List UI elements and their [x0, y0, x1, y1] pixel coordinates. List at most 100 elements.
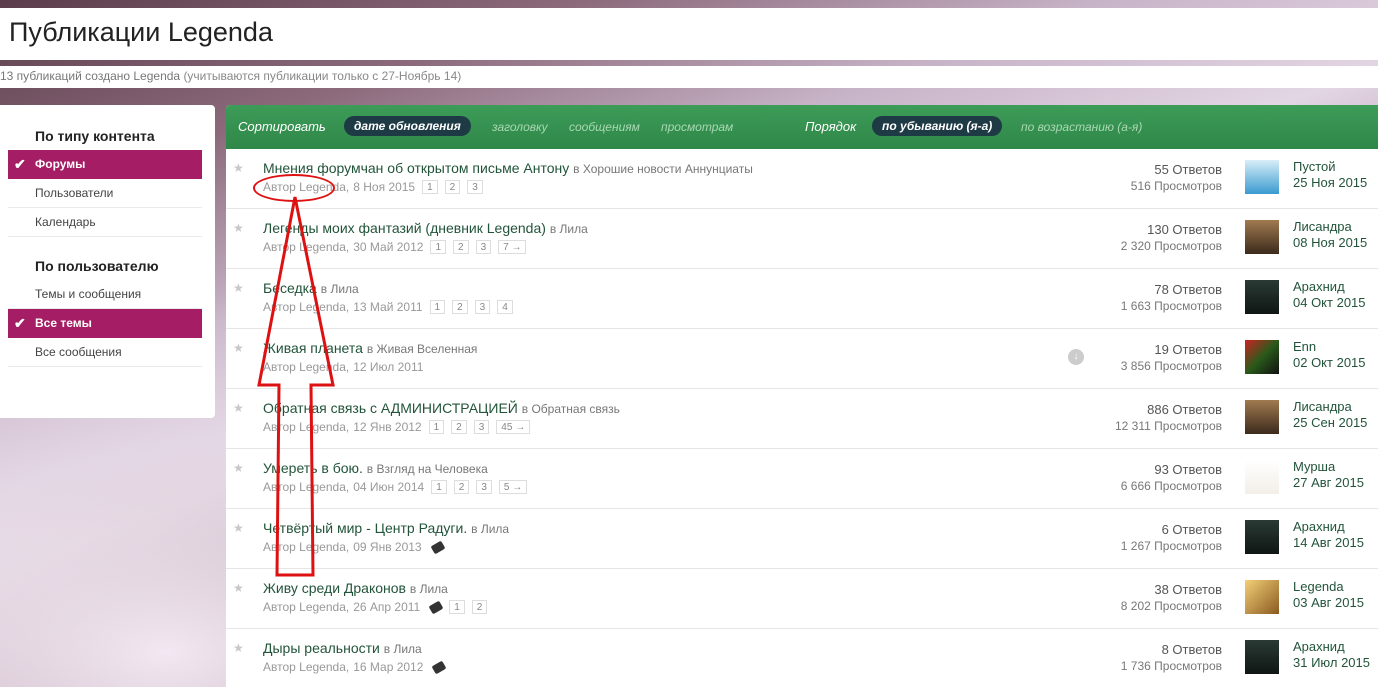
page-link[interactable]: 45 →	[496, 420, 531, 434]
order-asc-link[interactable]: по возрастанию (а-я)	[1021, 120, 1142, 134]
page-link[interactable]: 4	[497, 300, 513, 314]
last-poster[interactable]: Арахнид	[1293, 639, 1370, 655]
topic-author[interactable]: Автор Legenda,	[263, 600, 349, 614]
page-link[interactable]: 1	[428, 420, 445, 434]
avatar[interactable]	[1245, 220, 1279, 254]
star-icon[interactable]: ★	[233, 221, 244, 235]
topic-author[interactable]: Автор Legenda,	[263, 540, 349, 554]
page-link[interactable]: 2	[453, 240, 469, 254]
topic-title-link[interactable]: Обратная связь с АДМИНИСТРАЦИЕЙ	[263, 400, 518, 416]
page-link[interactable]: 2	[444, 180, 461, 194]
sidebar-item-all-posts[interactable]: Все сообщения	[8, 338, 202, 367]
star-icon[interactable]: ★	[233, 641, 244, 655]
avatar[interactable]	[1245, 340, 1279, 374]
topic-forum[interactable]: в Обратная связь	[522, 402, 620, 416]
page-link[interactable]: 2	[451, 420, 467, 434]
last-post-date[interactable]: 14 Авг 2015	[1293, 535, 1364, 551]
last-poster[interactable]: Лисандра	[1293, 399, 1367, 415]
topic-title-link[interactable]: Четвёртый мир - Центр Радуги.	[263, 520, 467, 536]
avatar[interactable]	[1245, 160, 1279, 194]
page-link[interactable]: 2	[452, 300, 468, 314]
page-link[interactable]: 1	[429, 300, 446, 314]
tag-icon[interactable]	[430, 540, 446, 554]
topic-forum[interactable]: в Лила	[410, 582, 448, 596]
topic-forum[interactable]: в Лила	[471, 522, 509, 536]
topic-title-link[interactable]: Умереть в бою.	[263, 460, 363, 476]
avatar[interactable]	[1245, 520, 1279, 554]
avatar[interactable]	[1245, 280, 1279, 314]
topic-title-link[interactable]: Беседка	[263, 280, 317, 296]
topic-forum[interactable]: в Живая Вселенная	[367, 342, 478, 356]
last-post-date[interactable]: 25 Сен 2015	[1293, 415, 1367, 431]
last-poster[interactable]: Legenda	[1293, 579, 1364, 595]
page-link[interactable]: 3	[467, 180, 483, 194]
sidebar-item-users[interactable]: Пользователи	[8, 179, 202, 208]
topic-title-link[interactable]: Живая планета	[263, 340, 363, 356]
last-post-date[interactable]: 02 Окт 2015	[1293, 355, 1366, 371]
last-poster[interactable]: Арахнид	[1293, 279, 1366, 295]
order-desc-button[interactable]: по убыванию (я-а)	[872, 116, 1003, 136]
sidebar-item-all-topics[interactable]: ✔ Все темы	[8, 309, 202, 338]
topic-author[interactable]: Автор Legenda,	[263, 300, 349, 314]
topic-forum[interactable]: в Лила	[321, 282, 359, 296]
avatar[interactable]	[1245, 580, 1279, 614]
page-link[interactable]: 3	[476, 480, 492, 494]
last-poster[interactable]: Пустой	[1293, 159, 1367, 175]
star-icon[interactable]: ★	[233, 161, 244, 175]
sort-by-title-link[interactable]: заголовку	[492, 120, 548, 134]
topic-forum[interactable]: в Взгляд на Человека	[367, 462, 488, 476]
sort-by-views-link[interactable]: просмотрам	[661, 120, 733, 134]
last-post-date[interactable]: 27 Авг 2015	[1293, 475, 1364, 491]
topic-author[interactable]: Автор Legenda,	[263, 660, 349, 674]
page-link[interactable]: 2	[471, 600, 488, 614]
sidebar-item-calendar[interactable]: Календарь	[8, 208, 202, 237]
avatar[interactable]	[1245, 460, 1279, 494]
last-post-date[interactable]: 03 Авг 2015	[1293, 595, 1364, 611]
sort-by-posts-link[interactable]: сообщениям	[569, 120, 640, 134]
last-poster[interactable]: Мурша	[1293, 459, 1364, 475]
page-link[interactable]: 1	[430, 240, 446, 254]
tag-icon[interactable]	[431, 660, 447, 674]
star-icon[interactable]: ★	[233, 461, 244, 475]
star-icon[interactable]: ★	[233, 521, 244, 535]
page-link[interactable]: 1	[431, 480, 447, 494]
topic-title-link[interactable]: Мнения форумчан об открытом письме Антон…	[263, 160, 569, 176]
sort-by-updated-button[interactable]: дате обновления	[344, 116, 471, 136]
page-link[interactable]: 2	[453, 480, 470, 494]
page-link[interactable]: 7 →	[498, 240, 527, 254]
sidebar-item-topics-posts[interactable]: Темы и сообщения	[8, 280, 202, 309]
star-icon[interactable]: ★	[233, 581, 244, 595]
last-poster[interactable]: Enn	[1293, 339, 1366, 355]
topic-title-link[interactable]: Дыры реальности	[263, 640, 380, 656]
last-post-date[interactable]: 04 Окт 2015	[1293, 295, 1366, 311]
star-icon[interactable]: ★	[233, 401, 244, 415]
topic-author[interactable]: Автор Legenda,	[263, 240, 349, 254]
topic-author[interactable]: Автор Legenda,	[263, 420, 349, 434]
sidebar-item-forums[interactable]: ✔ Форумы	[8, 150, 202, 179]
topic-forum[interactable]: в Хорошие новости Аннунциаты	[573, 162, 753, 176]
avatar[interactable]	[1245, 400, 1279, 434]
topic-author[interactable]: Автор Legenda,	[263, 360, 349, 374]
page-link[interactable]: 1	[449, 600, 465, 614]
last-post-date[interactable]: 31 Июл 2015	[1293, 655, 1370, 671]
star-icon[interactable]: ★	[233, 281, 244, 295]
page-link[interactable]: 5 →	[498, 480, 528, 494]
topic-title-link[interactable]: Легенды моих фантазий (дневник Legenda)	[263, 220, 546, 236]
last-post-date[interactable]: 25 Ноя 2015	[1293, 175, 1367, 191]
topic-title-link[interactable]: Живу среди Драконов	[263, 580, 406, 596]
topic-author[interactable]: Автор Legenda,	[263, 480, 349, 494]
page-link[interactable]: 3	[473, 420, 490, 434]
page-link[interactable]: 1	[422, 180, 438, 194]
download-icon[interactable]: ↓	[1068, 349, 1084, 365]
last-post-date[interactable]: 08 Ноя 2015	[1293, 235, 1367, 251]
page-link[interactable]: 3	[474, 300, 491, 314]
tag-icon[interactable]	[428, 600, 444, 614]
last-poster[interactable]: Арахнид	[1293, 519, 1364, 535]
avatar[interactable]	[1245, 640, 1279, 674]
topic-author[interactable]: Автор Legenda,	[263, 180, 349, 194]
star-icon[interactable]: ★	[233, 341, 244, 355]
topic-forum[interactable]: в Лила	[550, 222, 588, 236]
last-poster[interactable]: Лисандра	[1293, 219, 1367, 235]
topic-forum[interactable]: в Лила	[384, 642, 422, 656]
page-link[interactable]: 3	[475, 240, 492, 254]
